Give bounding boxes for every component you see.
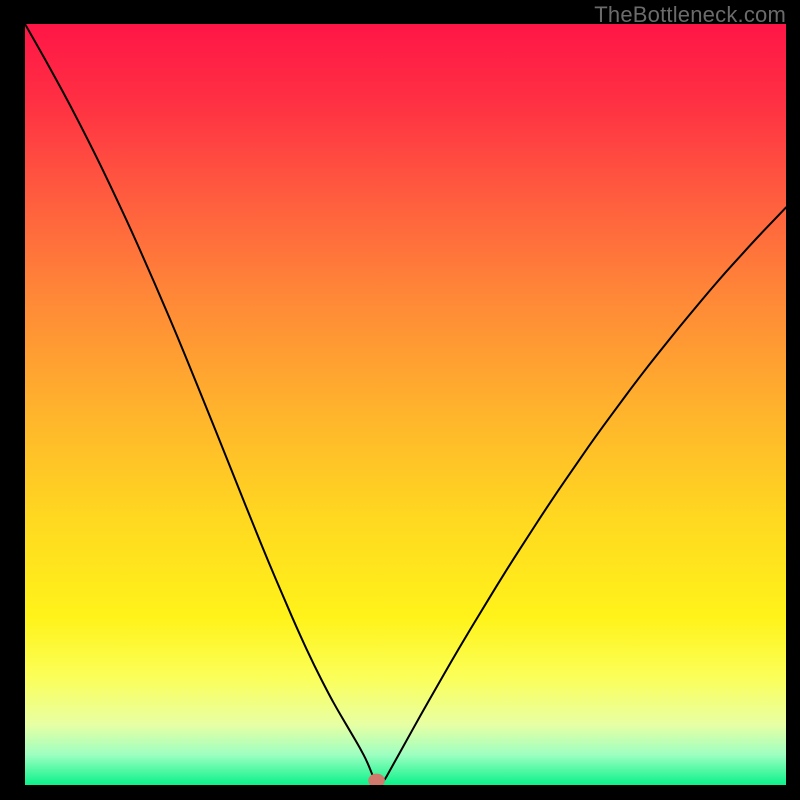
watermark-text: TheBottleneck.com <box>594 2 786 28</box>
chart-frame <box>12 24 786 798</box>
bottleneck-chart <box>25 24 786 785</box>
chart-background <box>25 24 786 785</box>
